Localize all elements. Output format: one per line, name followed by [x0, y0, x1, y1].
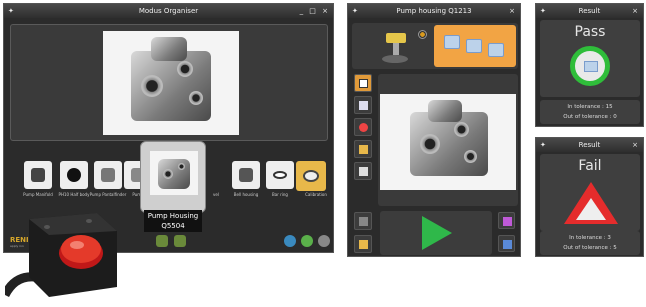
settings-gear-icon[interactable] [318, 235, 330, 247]
fail-result-label: Fail [578, 158, 602, 174]
fail-titlebar: ✦ Result × [536, 138, 643, 152]
part-thumb-pump-pantalfinder[interactable] [94, 161, 122, 189]
emergency-stop-icon [5, 213, 117, 298]
fixture-icon[interactable] [434, 25, 516, 67]
part-thumb-label: Calibration [305, 192, 327, 197]
part-thumb-bell-housing[interactable] [232, 161, 260, 189]
edit-button[interactable] [498, 212, 515, 229]
part-preview-panel [10, 24, 328, 141]
pass-in-tolerance: In tolerance : 15 [567, 104, 613, 110]
pump-housing-window: ✦ Pump housing Q1213 × [347, 3, 521, 257]
side-report-button[interactable] [354, 96, 372, 114]
fail-stats: In tolerance : 3 Out of tolerance : 5 [540, 231, 640, 255]
fail-panel: Fail [540, 154, 640, 231]
part-thumb-pump-manifold[interactable] [24, 161, 52, 189]
pass-ring-icon [570, 46, 610, 86]
selected-part-photo [150, 151, 198, 195]
import-icon[interactable] [156, 235, 168, 247]
part-thumb-bar-ring[interactable] [266, 161, 294, 189]
pass-window-title: Result [578, 7, 601, 15]
part-thumb-label: Pump Manifold [23, 192, 53, 197]
selected-part-name: Pump Housing [147, 212, 199, 220]
pin-icon[interactable]: ✦ [8, 4, 14, 18]
pump-preview-panel [378, 74, 518, 206]
close-icon[interactable]: × [632, 138, 640, 152]
pass-out-of-tolerance: Out of tolerance : 0 [563, 114, 617, 120]
calibration-icon[interactable] [296, 161, 326, 191]
main-titlebar: ✦ Modus Organiser _ □ × [4, 4, 333, 18]
selected-part-tile[interactable] [140, 141, 206, 213]
selected-part-code: Q5504 [161, 222, 185, 230]
part-thumb-ph10-half-body[interactable] [60, 161, 88, 189]
window-controls[interactable]: _ □ × [300, 4, 330, 18]
side-config-button[interactable] [354, 235, 372, 253]
pin-icon[interactable]: ✦ [540, 138, 546, 152]
play-icon [422, 216, 452, 250]
export-icon[interactable] [174, 235, 186, 247]
pump-part-photo [380, 94, 516, 190]
pass-panel: Pass [540, 20, 640, 97]
mode-radio[interactable] [418, 30, 427, 39]
pass-stats: In tolerance : 15 Out of tolerance : 0 [540, 100, 640, 124]
fail-out-of-tolerance: Out of tolerance : 5 [563, 245, 617, 251]
pin-icon[interactable]: ✦ [540, 4, 546, 18]
pass-result-label: Pass [574, 24, 606, 40]
refresh-icon[interactable] [284, 235, 296, 247]
tools-button[interactable] [498, 235, 515, 252]
fail-in-tolerance: In tolerance : 3 [569, 235, 611, 241]
fail-result-window: ✦ Result × Fail In tolerance : 3 Out of … [535, 137, 644, 257]
fail-triangle-inner [576, 198, 606, 220]
selected-part-caption: Pump Housing Q5504 [144, 210, 202, 232]
probe-icon[interactable] [378, 29, 410, 65]
part-thumb-label: Bar ring [272, 192, 288, 197]
help-icon[interactable] [301, 235, 313, 247]
mode-bar [352, 23, 518, 69]
fail-window-title: Result [578, 141, 601, 149]
pass-titlebar: ✦ Result × [536, 4, 643, 18]
pump-window-title: Pump housing Q1213 [396, 7, 472, 15]
pin-icon[interactable]: ✦ [352, 4, 358, 18]
side-folder-button[interactable] [354, 140, 372, 158]
run-button[interactable] [380, 211, 492, 255]
pump-titlebar: ✦ Pump housing Q1213 × [348, 4, 520, 18]
part-photo [103, 31, 239, 135]
close-icon[interactable]: × [632, 4, 640, 18]
side-data-button[interactable] [354, 162, 372, 180]
side-view-button[interactable] [354, 74, 372, 92]
main-window-title: Modus Organiser [138, 7, 199, 15]
side-probe-tool-button[interactable] [354, 212, 372, 230]
side-alignment-button[interactable] [354, 118, 372, 136]
pass-result-window: ✦ Result × Pass In tolerance : 15 Out of… [535, 3, 644, 127]
close-icon[interactable]: × [509, 4, 517, 18]
